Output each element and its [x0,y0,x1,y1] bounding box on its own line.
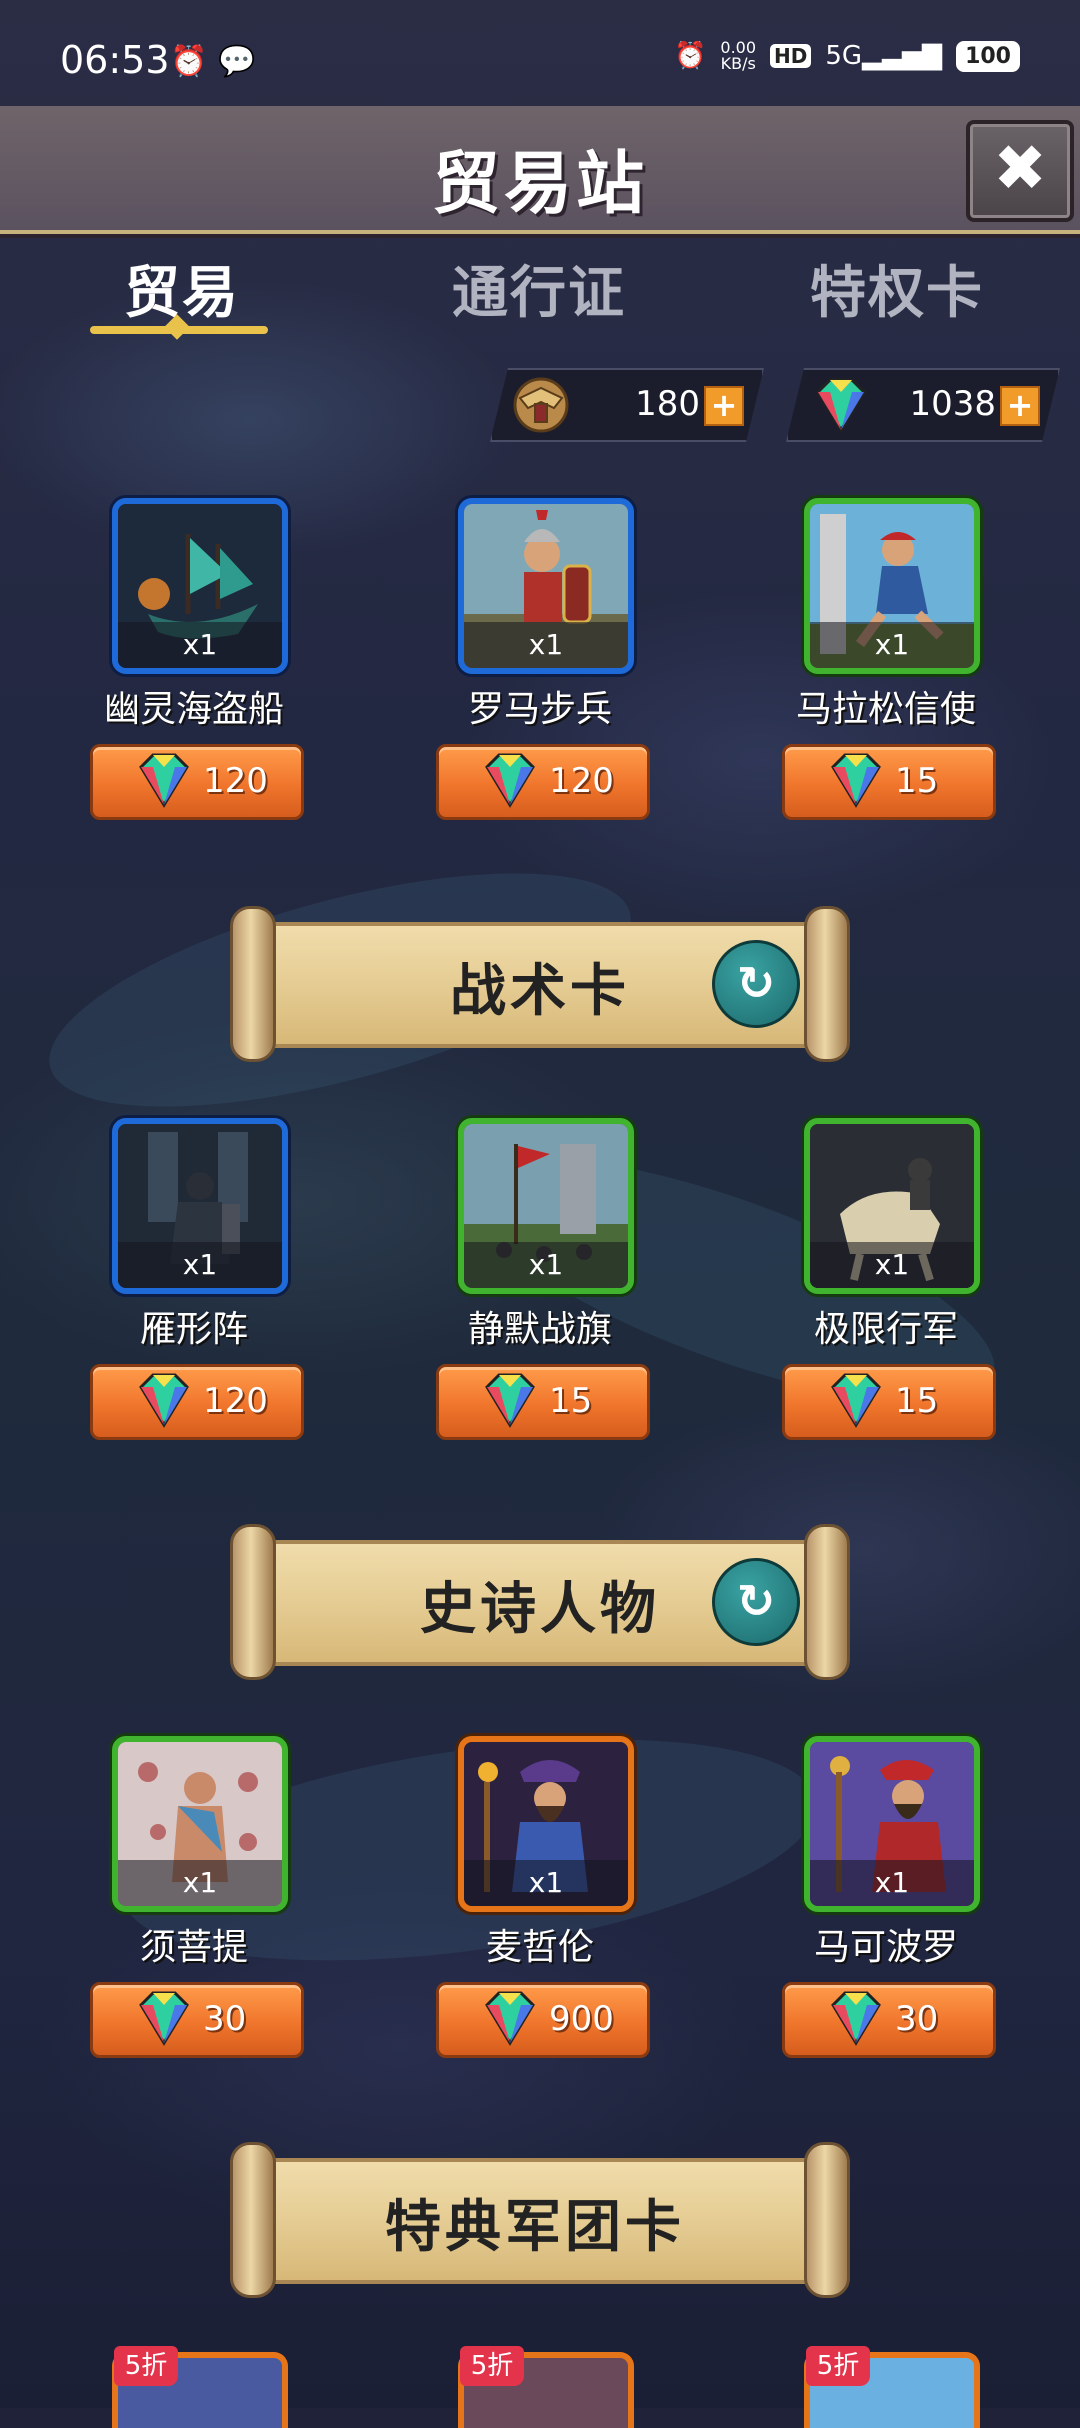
item-card[interactable]: x1 [458,498,634,674]
header-bar: 贸易站 ✖ [0,106,1080,234]
add-gem-button[interactable]: + [1000,386,1040,426]
section-banner-epic-characters: 史诗人物 ↻ [230,1524,850,1680]
shop-item[interactable]: x1 麦哲伦 900 [430,1736,650,2058]
item-name: 静默战旗 [467,1309,612,1350]
item-name: 麦哲伦 [485,1927,594,1968]
status-bar: 06:53 ⏰ 💬 ⏰ 0.00 KB/s HD 5G▂▃▅▇ 100 [0,0,1080,110]
item-name: 马可波罗 [813,1927,958,1968]
item-quantity: x1 [810,622,974,668]
gem-currency: 1038 + [786,368,1060,442]
shop-item[interactable]: x1 马可波罗 30 [776,1736,996,2058]
item-quantity: x1 [464,1242,628,1288]
buy-button[interactable]: 15 [436,1364,650,1440]
item-price: 15 [895,761,939,801]
item-price: 30 [203,1999,247,2039]
gem-icon [139,1373,189,1428]
net-speed: 0.00 KB/s [720,38,757,73]
item-card[interactable]: x1 [804,498,980,674]
item-name: 罗马步兵 [467,689,612,730]
item-card[interactable]: x1 [458,1118,634,1294]
buy-button[interactable]: 120 [90,744,304,820]
add-badge-button[interactable]: + [704,386,744,426]
signal-indicator: 5G▂▃▅▇ [825,41,943,71]
item-quantity: x1 [118,1860,282,1906]
gem-icon [485,753,535,808]
shop-item[interactable]: x1 幽灵海盗船 120 [84,498,304,820]
discount-badge: 5折 [460,2346,524,2386]
item-name: 极限行军 [813,1309,958,1350]
section-banner-legion-cards: 特典军团卡 [230,2142,850,2298]
item-quantity: x1 [118,622,282,668]
discount-badge: 5折 [114,2346,178,2386]
badge-amount: 180 [635,384,700,424]
badge-currency: 180 + [490,368,764,442]
item-price: 120 [203,761,268,801]
item-quantity: x1 [810,1860,974,1906]
buy-button[interactable]: 15 [782,1364,996,1440]
item-quantity: x1 [810,1242,974,1288]
alarm-icon-right: ⏰ [674,41,707,71]
item-quantity: x1 [118,1242,282,1288]
item-card[interactable]: x1 [112,498,288,674]
refresh-button[interactable]: ↻ [712,1558,800,1646]
shop-item[interactable]: x1 雁形阵 120 [84,1118,304,1440]
item-name: 幽灵海盗船 [103,689,284,730]
buy-button[interactable]: 120 [90,1364,304,1440]
gem-icon [139,1991,189,2046]
item-quantity: x1 [464,622,628,668]
refresh-icon: ↻ [736,1574,776,1628]
shop-item[interactable]: x1 马拉松信使 15 [776,498,996,820]
hd-badge: HD [770,44,812,68]
shop-item[interactable]: x1 须菩提 30 [84,1736,304,2058]
refresh-button[interactable]: ↻ [712,940,800,1028]
buy-button[interactable]: 30 [782,1982,996,2058]
gem-icon [139,753,189,808]
tab-trade[interactable]: 贸易 [124,248,240,329]
gem-icon [806,374,876,436]
refresh-icon: ↻ [736,956,776,1010]
item-price: 15 [549,1381,593,1421]
gem-icon [831,1373,881,1428]
gem-icon [831,1991,881,2046]
gem-amount: 1038 [909,384,996,424]
item-name: 雁形阵 [139,1309,248,1350]
close-button[interactable]: ✖ [966,120,1074,222]
item-name: 马拉松信使 [795,689,976,730]
item-card[interactable]: x1 [804,1736,980,1912]
section-title: 特典军团卡 [385,2195,685,2260]
status-time: 06:53 [60,38,170,82]
shop-item[interactable]: x1 极限行军 15 [776,1118,996,1440]
item-price: 900 [549,1999,614,2039]
section-banner-tactics: 战术卡 ↻ [230,906,850,1062]
item-price: 120 [203,1381,268,1421]
tab-privilege-card[interactable]: 特权卡 [810,248,984,329]
page-title: 贸易站 [431,145,648,224]
buy-button[interactable]: 900 [436,1982,650,2058]
item-card[interactable]: x1 [804,1118,980,1294]
item-card[interactable]: x1 [112,1118,288,1294]
alarm-icon: ⏰ [170,44,208,79]
shop-item[interactable]: x1 静默战旗 15 [430,1118,650,1440]
discount-badge: 5折 [806,2346,870,2386]
gem-icon [831,753,881,808]
gem-icon [485,1373,535,1428]
item-card[interactable]: x1 [112,1736,288,1912]
wechat-icon: 💬 [218,44,256,79]
status-right: ⏰ 0.00 KB/s HD 5G▂▃▅▇ 100 [674,40,1020,72]
tab-pass[interactable]: 通行证 [452,248,626,329]
item-quantity: x1 [464,1860,628,1906]
buy-button[interactable]: 30 [90,1982,304,2058]
item-price: 30 [895,1999,939,2039]
battery-icon: 100 [956,40,1020,72]
buy-button[interactable]: 15 [782,744,996,820]
buy-button[interactable]: 120 [436,744,650,820]
item-name: 须菩提 [139,1927,248,1968]
eagle-badge-icon [510,374,572,436]
shop-item[interactable]: x1 罗马步兵 120 [430,498,650,820]
item-price: 15 [895,1381,939,1421]
item-card[interactable]: x1 [458,1736,634,1912]
item-price: 120 [549,761,614,801]
gem-icon [485,1991,535,2046]
